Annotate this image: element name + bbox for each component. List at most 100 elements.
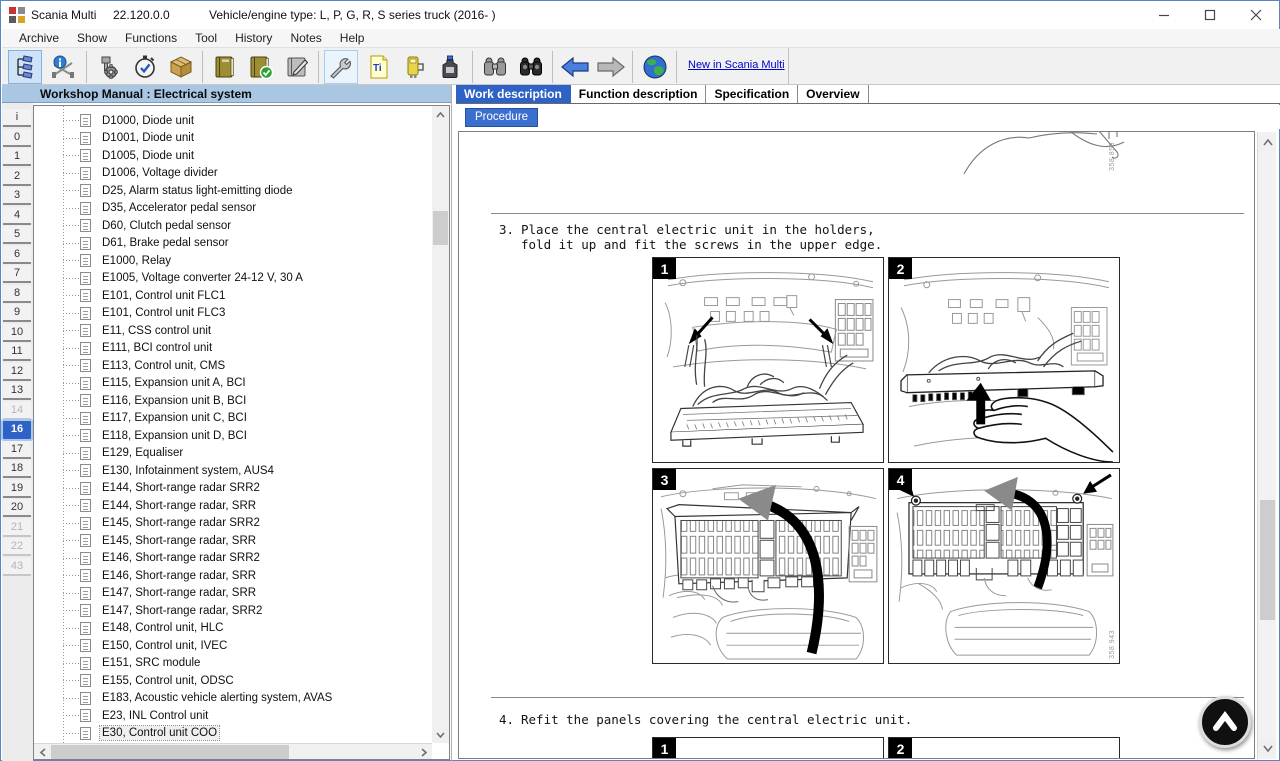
tree-item[interactable]: E146, Short-range radar SRR2 [34,550,414,568]
tree-item[interactable]: D61, Brake pedal sensor [34,235,414,253]
tree-item[interactable]: E1005, Voltage converter 24-12 V, 30 A [34,270,414,288]
notes-book-icon[interactable] [280,50,314,84]
package-icon[interactable] [164,50,198,84]
tree-item[interactable]: D60, Clutch pedal sensor [34,217,414,235]
search-binoculars-icon[interactable] [478,50,512,84]
ti-document-icon[interactable]: Ti [362,50,396,84]
tree-item[interactable]: E118, Expansion unit D, BCI [34,427,414,445]
new-in-scania-multi-link[interactable]: New in Scania Multi [688,59,785,71]
index-button[interactable]: 11 [3,343,31,361]
content-scroll-up-icon[interactable] [1259,134,1276,151]
index-button[interactable]: 7 [3,265,31,283]
tree-scroll-left-icon[interactable] [34,744,51,759]
tab[interactable]: Work description [456,85,571,103]
index-button[interactable]: 0 [3,128,31,147]
tree-item[interactable]: E11, CSS control unit [34,322,414,340]
tree-item[interactable]: D35, Accelerator pedal sensor [34,200,414,218]
tree-item[interactable]: D25, Alarm status light-emitting diode [34,182,414,200]
menu-item[interactable]: Tool [186,29,226,47]
forward-arrow-icon[interactable] [594,50,628,84]
tree-item[interactable]: E144, Short-range radar SRR2 [34,480,414,498]
index-button[interactable]: 20 [3,499,31,517]
tree-vscrollbar[interactable] [432,106,449,743]
tab[interactable]: Overview [798,85,869,103]
chassis-info-icon[interactable] [46,50,80,84]
index-button[interactable]: 8 [3,284,31,303]
oil-bottle-icon[interactable] [434,50,468,84]
tree-scroll-down-icon[interactable] [432,726,449,743]
index-button[interactable]: 43 [3,557,31,576]
index-button[interactable]: 4 [3,206,31,225]
engine-parts-icon[interactable] [92,50,126,84]
index-button[interactable]: 22 [3,538,31,556]
tree-item[interactable]: D1000, Diode unit [34,112,414,130]
index-button[interactable]: 19 [3,479,31,498]
component-icon[interactable] [398,50,432,84]
index-button[interactable]: 6 [3,245,31,264]
minimize-button[interactable] [1141,1,1187,29]
tree-scroll-up-icon[interactable] [432,106,449,123]
tree-item[interactable]: E116, Expansion unit B, BCI [34,392,414,410]
index-button[interactable]: 9 [3,304,31,322]
tree-item[interactable]: E129, Equaliser [34,445,414,463]
menu-item[interactable]: Functions [116,29,186,47]
index-button[interactable]: 1 [3,148,31,166]
index-button[interactable]: 10 [3,323,31,342]
index-button[interactable]: 5 [3,226,31,244]
navigation-tree-icon[interactable] [8,50,42,84]
manual-book-icon[interactable] [208,50,242,84]
index-button[interactable]: 16 [3,421,31,439]
tree-item[interactable]: E155, Control unit, ODSC [34,672,414,690]
scroll-to-top-button[interactable] [1199,696,1251,748]
index-button[interactable]: 2 [3,167,31,186]
menu-item[interactable]: Archive [10,29,68,47]
index-button[interactable]: 18 [3,460,31,478]
tree-item[interactable]: E151, SRC module [34,655,414,673]
tree-item[interactable]: D1001, Diode unit [34,130,414,148]
menu-item[interactable]: Help [331,29,374,47]
tree-item[interactable]: E101, Control unit FLC3 [34,305,414,323]
index-button[interactable]: i [3,109,31,127]
tab[interactable]: Specification [706,85,799,103]
tab-procedure[interactable]: Procedure [465,108,539,127]
tree-item[interactable]: D1005, Diode unit [34,147,414,165]
menu-item[interactable]: Show [68,29,116,47]
tree-hscroll-thumb[interactable] [51,745,289,759]
tree-item[interactable]: E147, Short-range radar, SRR [34,585,414,603]
tree-item[interactable]: E145, Short-range radar SRR2 [34,515,414,533]
index-button[interactable]: 21 [3,518,31,537]
tree-scroll-right-icon[interactable] [415,744,432,759]
tree-item[interactable]: E117, Expansion unit C, BCI [34,410,414,428]
tree-item[interactable]: E1000, Relay [34,252,414,270]
index-button[interactable]: 13 [3,382,31,400]
globe-icon[interactable] [638,50,672,84]
tree-item[interactable]: E30, Control unit COO [34,725,414,743]
tree-hscrollbar[interactable] [34,743,432,759]
content-scroll-down-icon[interactable] [1259,740,1276,757]
tree-item[interactable]: E147, Short-range radar, SRR2 [34,602,414,620]
tree-item[interactable]: E130, Infotainment system, AUS4 [34,462,414,480]
tree-item[interactable]: E111, BCI control unit [34,340,414,358]
index-button[interactable]: 14 [3,401,31,420]
menu-item[interactable]: History [226,29,281,47]
standard-times-icon[interactable] [128,50,162,84]
tree-item[interactable]: E150, Control unit, IVEC [34,637,414,655]
index-button[interactable]: 17 [3,440,31,459]
content-vscrollbar[interactable] [1257,132,1276,759]
back-arrow-icon[interactable] [558,50,592,84]
tree-item[interactable]: D1006, Voltage divider [34,165,414,183]
tree-item[interactable]: E146, Short-range radar, SRR [34,567,414,585]
tree-item[interactable]: E144, Short-range radar, SRR [34,497,414,515]
workshop-wrench-icon[interactable] [324,50,358,84]
tab[interactable]: Function description [571,85,707,103]
menu-item[interactable]: Notes [281,29,330,47]
search-results-binoculars-icon[interactable] [514,50,548,84]
close-button[interactable] [1233,1,1279,29]
tree-item[interactable]: E23, INL Control unit [34,707,414,725]
tree-item[interactable]: E148, Control unit, HLC [34,620,414,638]
index-button[interactable]: 12 [3,362,31,381]
tree-item[interactable]: E101, Control unit FLC1 [34,287,414,305]
maximize-button[interactable] [1187,1,1233,29]
tree-vscroll-thumb[interactable] [433,211,448,245]
manual-checked-icon[interactable] [244,50,278,84]
